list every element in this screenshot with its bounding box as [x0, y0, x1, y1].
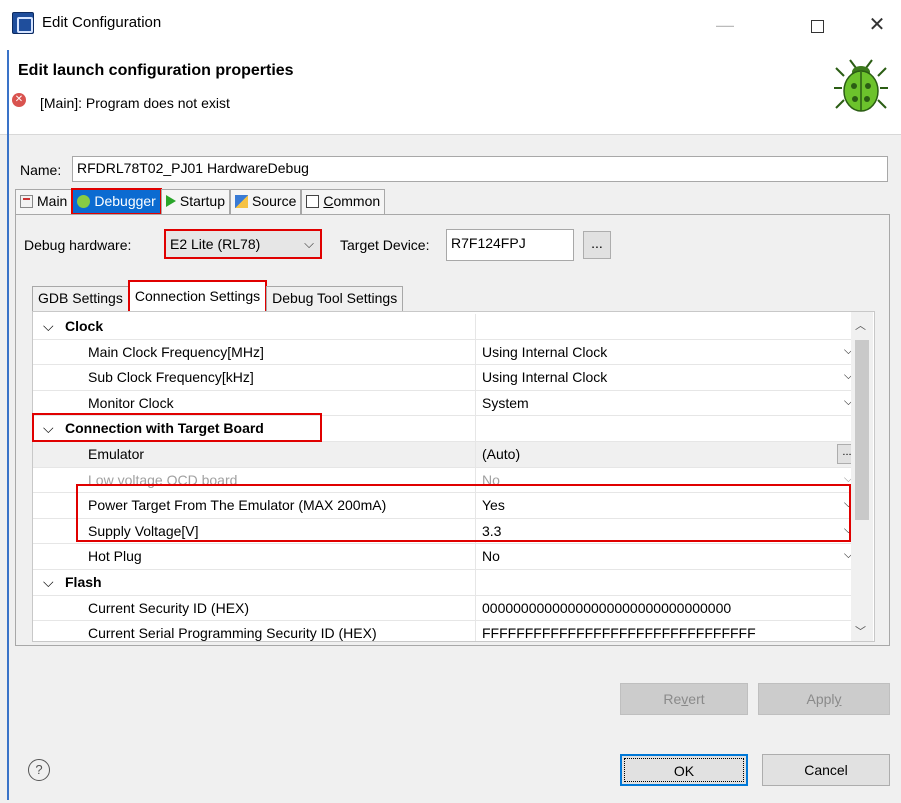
property-value: 00000000000000000000000000000000 — [482, 599, 732, 616]
property-value: Yes — [482, 497, 505, 514]
common-icon — [306, 195, 320, 208]
tab-gdb-settings[interactable]: GDB Settings — [32, 286, 129, 311]
debug-hardware-select[interactable]: E2 Lite (RL78) ⌵ — [164, 229, 322, 259]
property-value: (Auto) — [482, 446, 521, 462]
property-value: Using Internal Clock — [482, 369, 608, 386]
browse-device-button[interactable]: ... — [583, 231, 611, 259]
apply-button: Apply — [758, 683, 890, 715]
source-icon — [235, 195, 248, 208]
main-tab-bar: Main Debugger Startup Source Common — [15, 188, 386, 215]
tab-connection-settings[interactable]: Connection Settings — [127, 280, 268, 313]
scroll-down-icon[interactable]: ﹀ — [855, 623, 866, 639]
app-icon — [12, 12, 34, 34]
debug-hardware-label: Debug hardware: — [24, 237, 132, 253]
window-title: Edit Configuration — [42, 14, 162, 31]
property-name: Main Clock Frequency[MHz] — [33, 339, 476, 365]
ok-button[interactable]: OK — [620, 754, 748, 786]
debug-icon — [77, 195, 91, 208]
property-name: Monitor Clock — [33, 390, 476, 416]
table-row[interactable]: Power Target From The Emulator (MAX 200m… — [33, 493, 858, 519]
property-value: Using Internal Clock — [482, 343, 608, 360]
minimize-button[interactable]: — — [705, 8, 745, 42]
window-border — [7, 50, 9, 800]
collapse-chevron-icon[interactable]: ⌵ — [43, 420, 65, 437]
property-value: FFFFFFFFFFFFFFFFFFFFFFFFFFFFFFFF — [482, 625, 756, 642]
property-value: No — [482, 471, 500, 488]
tab-source[interactable]: Source — [230, 189, 302, 214]
tab-debug-tool-settings[interactable]: Debug Tool Settings — [266, 286, 404, 311]
property-name: Supply Voltage[V] — [33, 518, 476, 544]
table-row[interactable]: Hot Plug No ⌵ — [33, 544, 858, 570]
property-name: Low voltage OCD board — [33, 467, 476, 493]
property-name: Hot Plug — [33, 544, 476, 569]
table-row: Low voltage OCD board No ⌵ — [33, 467, 858, 494]
property-value: 3.3 — [482, 522, 502, 539]
maximize-button[interactable] — [797, 8, 837, 42]
help-icon[interactable]: ? — [28, 759, 50, 781]
property-name: Emulator — [33, 442, 476, 467]
error-message: [Main]: Program does not exist — [40, 95, 230, 111]
property-value: System — [482, 394, 529, 411]
target-device-label: Target Device: — [340, 237, 430, 253]
category-row-flash[interactable]: ⌵ Flash — [33, 570, 858, 596]
name-label: Name: — [20, 162, 62, 178]
sub-tab-bar: GDB Settings Connection Settings Debug T… — [32, 280, 404, 313]
scrollbar-thumb[interactable] — [855, 340, 869, 520]
target-device-input[interactable]: R7F124FPJ — [446, 229, 574, 261]
table-row[interactable]: Monitor Clock System ⌵ — [33, 390, 858, 417]
chevron-down-icon: ⌵ — [304, 236, 314, 251]
category-row-clock[interactable]: ⌵ Clock — [33, 314, 858, 340]
maximize-icon — [810, 19, 824, 33]
main-tab-icon — [20, 195, 33, 208]
tab-common[interactable]: Common — [301, 189, 386, 214]
revert-button: Revert — [620, 683, 748, 715]
property-value: No — [482, 548, 500, 565]
property-name: Current Serial Programming Security ID (… — [33, 621, 476, 641]
tab-debugger[interactable]: Debugger — [71, 188, 162, 215]
table-row[interactable]: Current Serial Programming Security ID (… — [33, 621, 858, 642]
cancel-button[interactable]: Cancel — [762, 754, 890, 786]
collapse-chevron-icon[interactable]: ⌵ — [43, 574, 65, 591]
tab-startup[interactable]: Startup — [160, 189, 230, 214]
table-row[interactable]: Supply Voltage[V] 3.3 ⌵ — [33, 518, 858, 545]
table-row[interactable]: Current Security ID (HEX) 00000000000000… — [33, 595, 858, 622]
collapse-chevron-icon[interactable]: ⌵ — [43, 318, 65, 335]
category-row-connection[interactable]: ⌵ Connection with Target Board — [33, 416, 858, 442]
property-table: ⌵ Clock Main Clock Frequency[MHz] Using I… — [32, 311, 875, 642]
debug-bug-icon — [834, 59, 888, 112]
header-title: Edit launch configuration properties — [18, 62, 294, 79]
table-row[interactable]: Sub Clock Frequency[kHz] Using Internal … — [33, 365, 858, 391]
tab-main[interactable]: Main — [15, 189, 73, 214]
close-button[interactable]: ✕ — [857, 8, 897, 42]
property-name: Power Target From The Emulator (MAX 200m… — [33, 493, 476, 518]
scroll-up-icon[interactable]: ︿ — [855, 317, 866, 333]
property-name: Current Security ID (HEX) — [33, 595, 476, 621]
table-row[interactable]: Emulator (Auto)... — [33, 442, 858, 468]
debug-hardware-value: E2 Lite (RL78) — [170, 236, 261, 252]
table-row[interactable]: Main Clock Frequency[MHz] Using Internal… — [33, 339, 858, 366]
error-icon: ✕ — [12, 93, 26, 107]
name-input[interactable]: RFDRL78T02_PJ01 HardwareDebug — [72, 156, 888, 182]
property-name: Sub Clock Frequency[kHz] — [33, 365, 476, 390]
play-icon — [165, 195, 176, 207]
